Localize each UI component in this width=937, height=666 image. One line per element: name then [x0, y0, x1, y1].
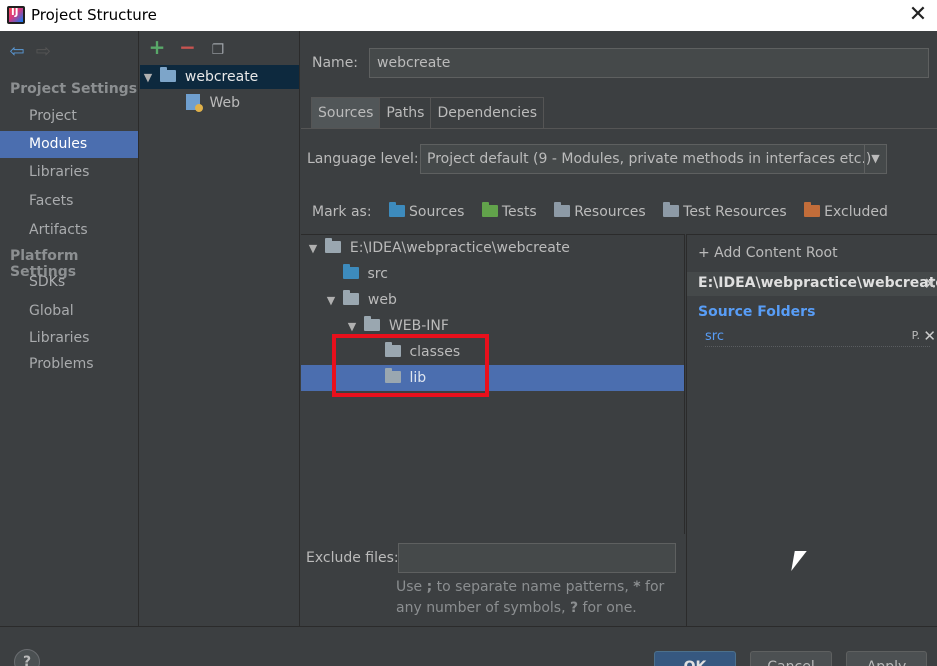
sources-folder-icon — [389, 202, 406, 217]
folder-icon — [364, 316, 381, 331]
resources-folder-icon — [554, 202, 571, 217]
module-label: webcreate — [184, 69, 259, 85]
tab-sources[interactable]: Sources — [311, 97, 381, 128]
tree-item-web[interactable]: ▼ web — [301, 287, 684, 313]
module-name-input[interactable]: webcreate — [369, 48, 929, 78]
tree-item-root[interactable]: ▼ E:\IDEA\webpractice\webcreate — [301, 235, 684, 261]
back-arrow-icon[interactable]: ⇦ — [6, 41, 28, 63]
module-tabs: Sources Paths Dependencies — [311, 97, 545, 128]
content-root-path: E:\IDEA\webpractice\webcreate — [698, 275, 937, 291]
nav-item-modules[interactable]: Modules — [0, 131, 138, 158]
source-folder-entry[interactable]: src P. ✕ — [705, 327, 936, 347]
dialog-footer: ? OK Cancel Apply — [0, 626, 937, 666]
remove-source-folder-icon[interactable]: ✕ — [923, 327, 936, 345]
hint-text: for one. — [578, 600, 637, 616]
tree-item-label: web — [367, 292, 397, 308]
content-root-header: E:\IDEA\webpractice\webcreate ✕ — [687, 272, 937, 296]
tree-item-label: E:\IDEA\webpractice\webcreate — [349, 240, 570, 256]
hint-question: ? — [569, 600, 579, 616]
name-label: Name: — [312, 55, 359, 71]
tab-dependencies[interactable]: Dependencies — [431, 97, 545, 128]
exclude-files-hint: Use ; to separate name patterns, * for a… — [396, 577, 681, 619]
hint-text: to separate name patterns, — [432, 579, 634, 595]
language-level-value: Project default (9 - Modules, private me… — [427, 151, 872, 167]
exclude-files-label: Exclude files: — [306, 550, 399, 566]
remove-module-icon[interactable]: − — [174, 37, 200, 59]
module-editor: Name: webcreate Sources Paths Dependencies… — [301, 31, 937, 626]
source-folder-icon — [343, 264, 359, 279]
modules-toolbar: + − ❐ — [144, 37, 231, 59]
tree-item-label: WEB-INF — [388, 318, 449, 334]
nav-item-global-libraries[interactable]: Global Libraries — [0, 298, 138, 346]
mark-as-label: Mark as: — [312, 204, 372, 220]
language-level-label: Language level: — [307, 151, 419, 167]
mark-as-sources-label: Sources — [409, 204, 465, 220]
copy-module-icon[interactable]: ❐ — [205, 40, 231, 62]
window-title: Project Structure — [31, 6, 157, 24]
cancel-button[interactable]: Cancel — [750, 651, 832, 666]
mark-as-resources-button[interactable]: Resources — [554, 202, 646, 220]
expand-triangle-icon[interactable]: ▼ — [323, 288, 339, 314]
folder-icon — [325, 238, 342, 253]
mark-as-tests-label: Tests — [501, 204, 537, 220]
tree-item-label: src — [367, 266, 388, 282]
nav-item-problems[interactable]: Problems — [0, 351, 138, 378]
module-tree-item-webcreate[interactable]: ▼ webcreate — [140, 65, 299, 89]
facet-label: Web — [209, 95, 240, 111]
mark-as-sources-button[interactable]: Sources — [389, 202, 465, 220]
mark-as-bar: Mark as: Sources Tests Resources Test Re… — [312, 202, 888, 220]
tests-folder-icon — [481, 202, 498, 217]
tree-item-src[interactable]: src — [301, 261, 684, 287]
language-level-select[interactable]: Project default (9 - Modules, private me… — [420, 144, 887, 174]
nav-arrows: ⇦ ⇨ — [6, 41, 54, 63]
mark-as-resources-label: Resources — [574, 204, 646, 220]
exclude-files-input[interactable] — [398, 543, 676, 573]
mark-as-tests-button[interactable]: Tests — [481, 202, 537, 220]
settings-navigation: ⇦ ⇨ Project Settings Project Modules Lib… — [0, 31, 139, 626]
expand-triangle-icon[interactable]: ▼ — [140, 66, 156, 90]
mark-as-test-resources-button[interactable]: Test Resources — [663, 202, 787, 220]
folder-icon — [343, 290, 360, 305]
apply-button[interactable]: Apply — [846, 651, 927, 666]
remove-content-root-icon[interactable]: ✕ — [924, 274, 937, 293]
nav-item-sdks[interactable]: SDKs — [0, 269, 138, 296]
ok-button[interactable]: OK — [654, 651, 736, 666]
mark-as-excluded-button[interactable]: Excluded — [804, 202, 888, 220]
add-module-icon[interactable]: + — [144, 37, 170, 59]
web-facet-icon — [186, 94, 203, 112]
content-roots-panel: + Add Content Root E:\IDEA\webpractice\w… — [686, 234, 937, 626]
tab-divider — [301, 128, 937, 129]
source-folder-name: src — [705, 329, 724, 344]
nav-item-facets[interactable]: Facets — [0, 188, 138, 215]
red-highlight-box — [332, 334, 489, 397]
dropdown-arrow-icon[interactable]: ▼ — [864, 145, 886, 173]
folder-properties-icon[interactable]: P. — [912, 329, 920, 342]
nav-item-project[interactable]: Project — [0, 103, 138, 130]
forward-arrow-icon[interactable]: ⇨ — [32, 41, 54, 63]
test-resources-folder-icon — [663, 202, 680, 217]
close-window-icon[interactable]: ✕ — [905, 2, 931, 28]
intellij-app-icon — [7, 6, 25, 24]
expand-triangle-icon[interactable]: ▼ — [305, 236, 321, 262]
project-settings-header: Project Settings — [10, 81, 138, 97]
hint-text: Use — [396, 579, 427, 595]
mark-as-excluded-label: Excluded — [824, 204, 888, 220]
add-content-root-button[interactable]: + Add Content Root — [698, 245, 838, 261]
tab-paths[interactable]: Paths — [380, 97, 432, 128]
source-folders-header: Source Folders — [698, 304, 816, 320]
mark-as-test-resources-label: Test Resources — [683, 204, 787, 220]
excluded-folder-icon — [804, 202, 821, 217]
modules-panel: + − ❐ ▼ webcreate Web — [140, 31, 300, 626]
help-button[interactable]: ? — [14, 649, 40, 666]
nav-item-libraries[interactable]: Libraries — [0, 159, 138, 186]
module-folder-icon — [160, 67, 177, 82]
title-bar: Project Structure ✕ — [0, 0, 937, 31]
nav-item-artifacts[interactable]: Artifacts — [0, 217, 138, 244]
module-tree-item-web[interactable]: Web — [140, 91, 299, 115]
hint-asterisk: * — [633, 579, 641, 595]
source-folder-tree: ▼ E:\IDEA\webpractice\webcreate src ▼ we… — [301, 234, 685, 534]
